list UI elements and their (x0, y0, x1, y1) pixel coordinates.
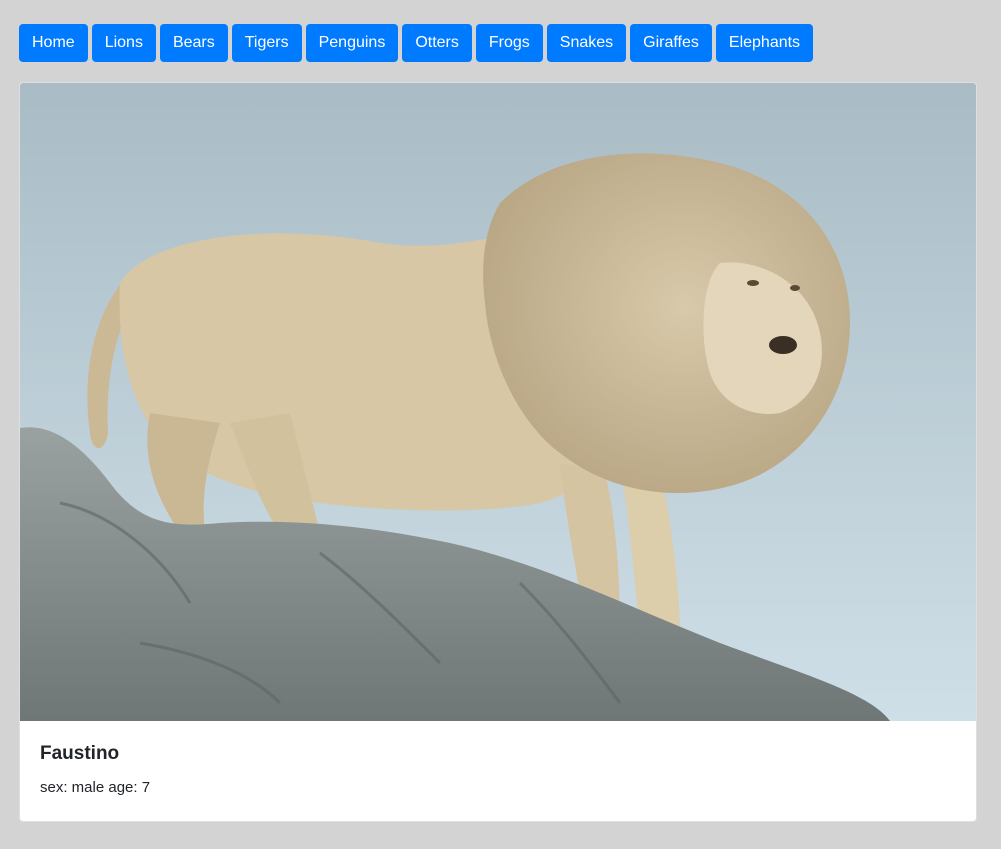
animal-details: sex: male age: 7 (40, 779, 151, 796)
nav-button-bears[interactable]: Bears (159, 24, 228, 62)
nav-button-giraffes[interactable]: Giraffes (630, 24, 712, 62)
nav-bar: Home Lions Bears Tigers Penguins Otters … (19, 24, 817, 62)
nav-button-otters[interactable]: Otters (402, 24, 472, 62)
nav-button-lions[interactable]: Lions (91, 24, 156, 62)
nav-button-frogs[interactable]: Frogs (475, 24, 543, 62)
lion-photo (20, 83, 976, 721)
nav-button-home[interactable]: Home (19, 24, 88, 62)
nav-button-snakes[interactable]: Snakes (546, 24, 627, 62)
animal-card: Faustino sex: male age: 7 (19, 82, 977, 822)
page: Home Lions Bears Tigers Penguins Otters … (0, 0, 1001, 849)
card-body: Faustino sex: male age: 7 (20, 721, 976, 816)
animal-name: Faustino (40, 743, 120, 764)
nav-button-tigers[interactable]: Tigers (231, 24, 302, 62)
nav-button-elephants[interactable]: Elephants (715, 24, 814, 62)
nav-button-penguins[interactable]: Penguins (305, 24, 399, 62)
